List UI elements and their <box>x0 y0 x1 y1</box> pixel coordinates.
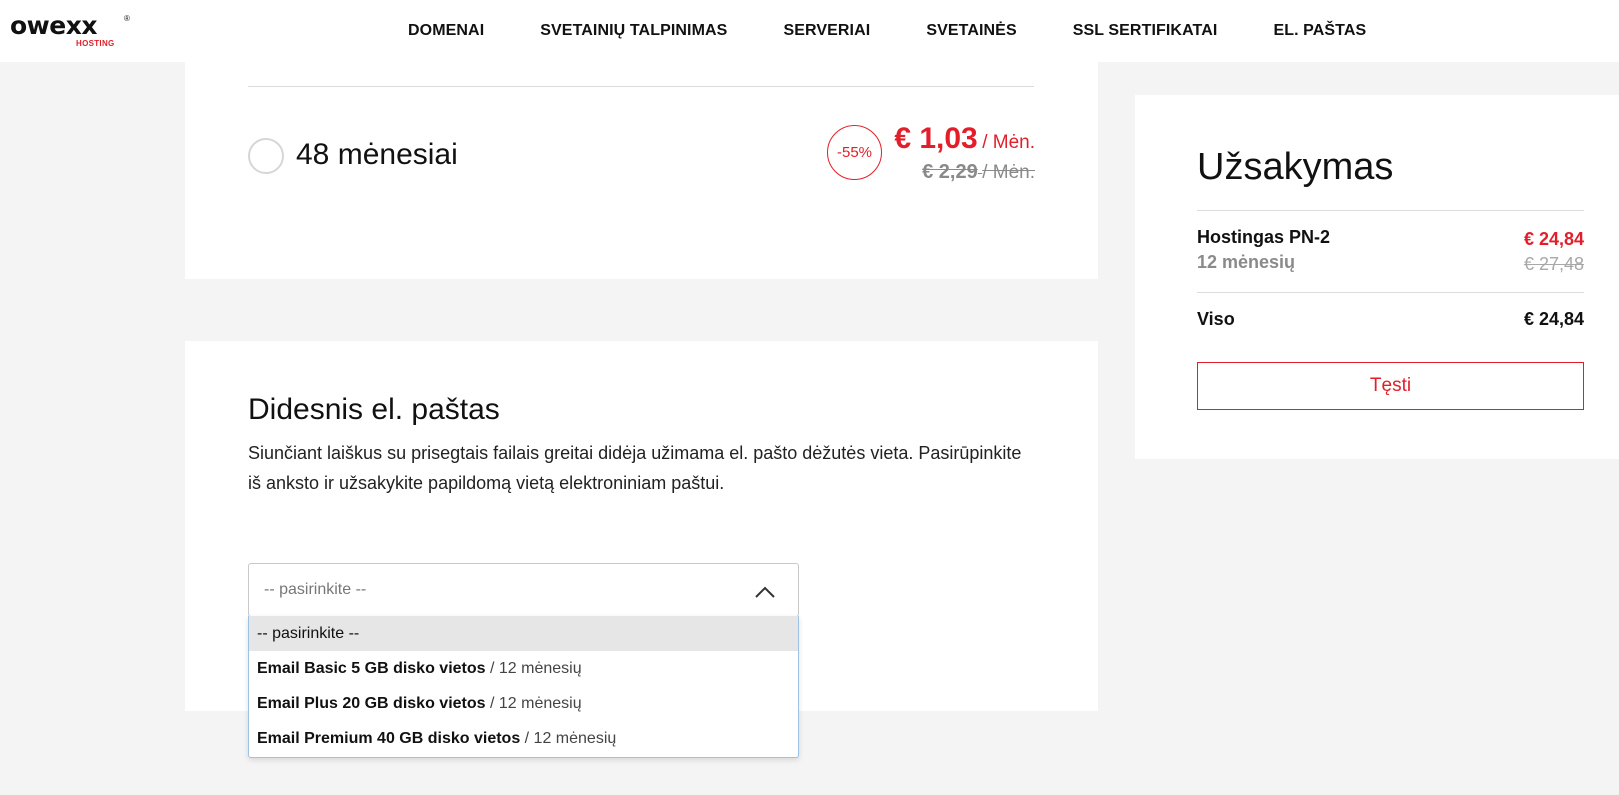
price-new-unit: / Mėn. <box>982 132 1035 153</box>
dropdown-option-email-premium[interactable]: Email Premium 40 GB disko vietos / 12 mė… <box>249 721 798 756</box>
order-item-name: Hostingas PN-2 <box>1197 227 1331 247</box>
order-title: Užsakymas <box>1197 146 1394 188</box>
email-section-title: Didesnis el. paštas <box>248 393 500 426</box>
email-section-description: Siunčiant laiškus su prisegtais failais … <box>248 443 1022 493</box>
option-rest: -- pasirinkite -- <box>257 625 360 642</box>
email-plan-select[interactable]: -- pasirinkite -- <box>248 563 799 617</box>
nav-item-domenai[interactable]: DOMENAI <box>408 22 484 40</box>
order-summary: Užsakymas Hostingas PN-2 12 mėnesių € 24… <box>1135 95 1619 459</box>
owexx-logo[interactable]: owexx ® HOSTING <box>10 12 130 52</box>
nav-item-svetaines[interactable]: SVETAINĖS <box>926 22 1016 40</box>
order-total-value: € 24,84 <box>1523 309 1584 329</box>
order-item-old-price: € 27,48 <box>1523 254 1584 274</box>
select-dropdown-list: -- pasirinkite -- Email Basic 5 GB disko… <box>248 616 799 758</box>
price-block: € 1,03 / Mėn. € 2,29 / Mėn. <box>894 122 1035 185</box>
logo-registered-mark: ® <box>124 14 130 23</box>
site-header: owexx ® HOSTING DOMENAI SVETAINIŲ TALPIN… <box>0 0 1619 62</box>
logo-subtitle: HOSTING <box>76 39 115 48</box>
discount-badge: -55% <box>827 125 882 180</box>
nav-item-ssl-sertifikatai[interactable]: SSL SERTIFIKATAI <box>1073 22 1218 40</box>
divider <box>248 86 1034 87</box>
option-bold: Email Basic 5 GB disko vietos <box>257 660 486 677</box>
period-card: 48 mėnesiai -55% € 1,03 / Mėn. € 2,29 / … <box>185 62 1098 279</box>
period-label[interactable]: 48 mėnesiai <box>296 135 458 175</box>
price-new: € 1,03 / Mėn. <box>894 122 1035 161</box>
price-old-amount: € 2,29 <box>922 161 978 183</box>
order-item-price: € 24,84 <box>1523 229 1584 249</box>
dropdown-option-placeholder[interactable]: -- pasirinkite -- <box>249 616 798 651</box>
main-nav: DOMENAI SVETAINIŲ TALPINIMAS SERVERIAI S… <box>380 0 1394 62</box>
price-new-amount: € 1,03 <box>894 122 978 155</box>
nav-item-svetainiu-talpinimas[interactable]: SVETAINIŲ TALPINIMAS <box>540 22 727 40</box>
option-rest: / 12 mėnesių <box>520 730 617 747</box>
nav-item-serveriai[interactable]: SERVERIAI <box>783 22 870 40</box>
option-rest: / 12 mėnesių <box>485 695 582 712</box>
price-old-unit: / Mėn. <box>982 162 1035 183</box>
continue-button[interactable]: Tęsti <box>1197 362 1584 410</box>
chevron-up-icon <box>755 586 775 598</box>
period-radio[interactable] <box>248 138 284 174</box>
nav-item-el-pastas[interactable]: EL. PAŠTAS <box>1273 22 1366 40</box>
option-bold: Email Plus 20 GB disko vietos <box>257 695 486 712</box>
price-old: € 2,29 / Mėn. <box>894 161 1035 185</box>
dropdown-option-email-basic[interactable]: Email Basic 5 GB disko vietos / 12 mėnes… <box>249 651 798 686</box>
option-bold: Email Premium 40 GB disko vietos <box>257 730 521 747</box>
select-current-value: -- pasirinkite -- <box>264 581 367 598</box>
divider <box>1197 292 1584 293</box>
dropdown-option-email-plus[interactable]: Email Plus 20 GB disko vietos / 12 mėnes… <box>249 686 798 721</box>
logo-wordmark: owexx <box>10 11 97 40</box>
option-rest: / 12 mėnesių <box>485 660 582 677</box>
order-total-label: Viso <box>1197 309 1235 329</box>
divider <box>1197 210 1584 211</box>
order-item-period: 12 mėnesių <box>1197 252 1296 272</box>
